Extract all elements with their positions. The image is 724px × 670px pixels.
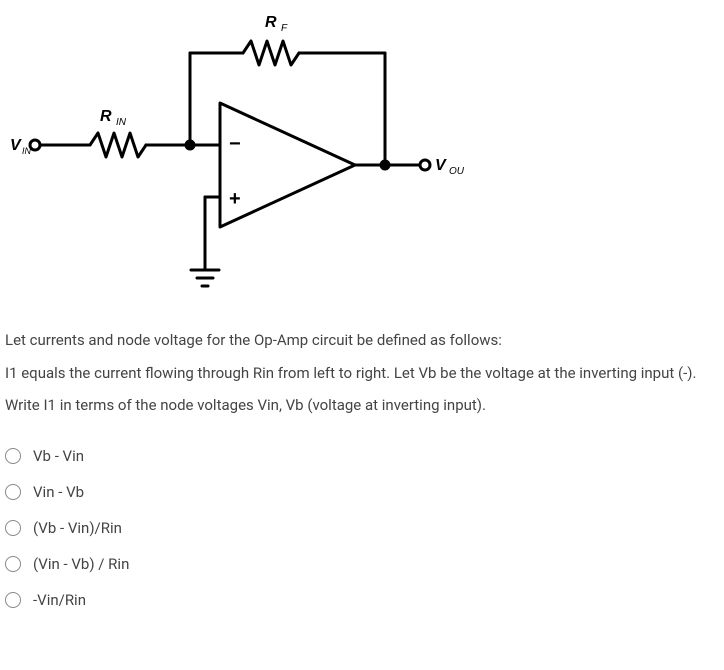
svg-text:IN: IN	[116, 117, 127, 128]
svg-text:OUT: OUT	[449, 166, 465, 177]
svg-text:V: V	[10, 137, 22, 154]
svg-text:R: R	[265, 14, 277, 31]
svg-text:F: F	[281, 23, 288, 34]
option-label: (Vb - Vin)/Rin	[33, 519, 122, 537]
option-5[interactable]: -Vin/Rin	[5, 591, 719, 609]
opamp-circuit-diagram: R F R IN V IN V OUT − +	[5, 5, 719, 309]
option-label: -Vin/Rin	[33, 591, 86, 609]
option-label: (Vin - Vb) / Rin	[33, 555, 129, 573]
options-group: Vb - Vin Vin - Vb (Vb - Vin)/Rin (Vin - …	[5, 447, 719, 609]
option-3[interactable]: (Vb - Vin)/Rin	[5, 519, 719, 537]
radio-icon	[5, 556, 21, 572]
question-line-2: I1 equals the current flowing through Ri…	[5, 362, 719, 385]
question-line-3: Write I1 in terms of the node voltages V…	[5, 394, 719, 417]
svg-text:V: V	[435, 157, 447, 174]
radio-icon	[5, 484, 21, 500]
svg-text:+: +	[229, 188, 241, 210]
option-label: Vin - Vb	[33, 483, 84, 501]
svg-text:R: R	[100, 108, 112, 125]
option-1[interactable]: Vb - Vin	[5, 447, 719, 465]
radio-icon	[5, 592, 21, 608]
question-line-1: Let currents and node voltage for the Op…	[5, 329, 719, 352]
option-2[interactable]: Vin - Vb	[5, 483, 719, 501]
radio-icon	[5, 448, 21, 464]
svg-text:−: −	[229, 133, 241, 155]
radio-icon	[5, 520, 21, 536]
option-4[interactable]: (Vin - Vb) / Rin	[5, 555, 719, 573]
option-label: Vb - Vin	[33, 447, 84, 465]
question-text: Let currents and node voltage for the Op…	[5, 329, 719, 417]
svg-text:IN: IN	[22, 146, 32, 156]
